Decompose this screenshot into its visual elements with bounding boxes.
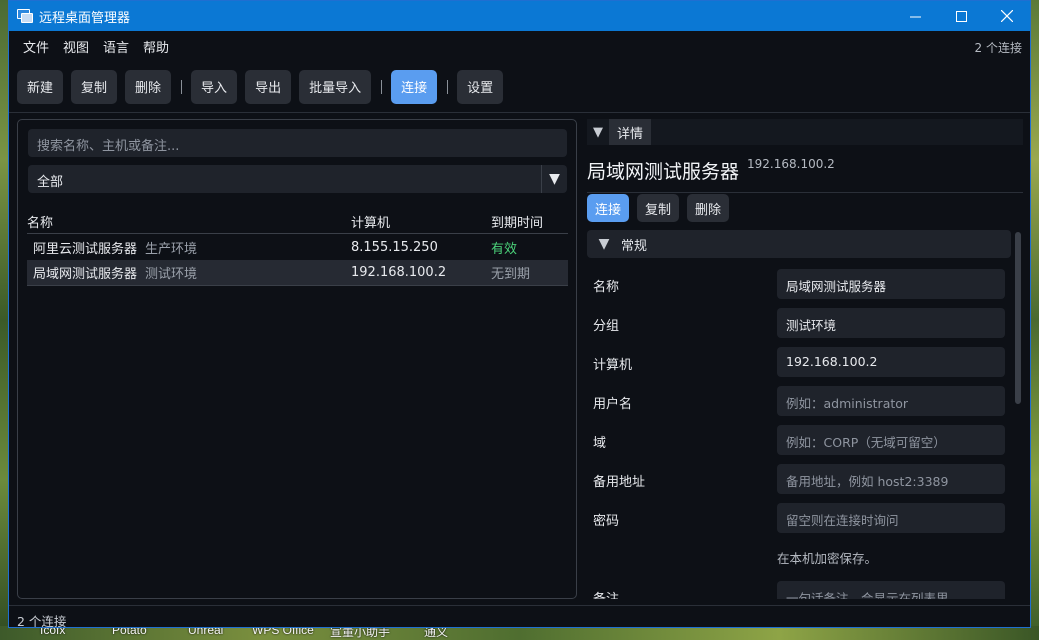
username-field[interactable]: 例如：administrator [777,386,1005,416]
menu-language[interactable]: 语言 [96,37,136,56]
collapse-triangle-icon[interactable]: ▼ [587,125,609,140]
menu-help[interactable]: 帮助 [136,37,176,56]
connect-button[interactable]: 连接 [391,69,438,104]
username-label: 用户名 [593,397,633,412]
general-form: 名称 局域网测试服务器 分组 测试环境 计算机 192.168.100.2 用户… [587,269,1011,599]
row-host: 192.168.100.2 [351,265,447,280]
connection-count: 2 个连接 [974,41,1022,55]
status-text: 2 个连接 [17,614,67,629]
maximize-icon [955,10,967,22]
form-row-domain: 域 例如：CORP（无域可留空） [587,425,1011,455]
delete-button[interactable]: 删除 [125,69,172,104]
group-filter-select[interactable]: 全部 ▼ [28,165,567,193]
form-row-group: 分组 测试环境 [587,308,1011,338]
status-bar: 2 个连接 [9,605,1030,629]
form-row-name: 名称 局域网测试服务器 [587,269,1011,299]
table-header: 名称 计算机 到期时间 [27,210,568,234]
name-label: 名称 [593,280,620,295]
title-bar[interactable]: 远程桌面管理器 [9,1,1030,31]
detail-copy-button[interactable]: 复制 [637,194,680,222]
toolbar: 新建 复制 删除 导入 导出 批量导入 连接 设置 [9,61,1030,113]
toolbar-separator [381,79,383,94]
desktop-wallpaper-left [0,0,8,640]
remote-desktop-icon [17,8,33,24]
divider [587,192,1023,193]
minimize-button[interactable] [892,1,938,31]
form-row-remark: 备注 一句话备注，会显示在列表里 [587,581,1011,599]
tab-details[interactable]: 详情 [609,119,652,145]
toolbar-separator [181,79,183,94]
collapse-triangle-icon: ▼ [598,236,610,252]
detail-delete-button[interactable]: 删除 [687,194,730,222]
window-title: 远程桌面管理器 [39,9,131,25]
row-expiry: 无到期 [491,267,531,282]
host-field[interactable]: 192.168.100.2 [777,347,1005,377]
detail-title: 局域网测试服务器 [587,161,740,183]
domain-label: 域 [593,436,607,451]
minimize-icon [909,16,921,17]
detail-panel: ▼ 详情 局域网测试服务器 192.168.100.2 连接 复制 删除 ▼ 常… [587,119,1025,599]
row-name: 阿里云测试服务器 [33,241,138,257]
password-note: 在本机加密保存。 [777,551,878,566]
desktop-wallpaper-right [1031,0,1039,640]
password-label: 密码 [593,514,620,529]
table-row-selected[interactable]: 局域网测试服务器 测试环境 192.168.100.2 无到期 [27,260,568,286]
form-row-password-note: 在本机加密保存。 [587,541,1011,571]
connection-table: 名称 计算机 到期时间 阿里云测试服务器 生产环境 8.155.15.250 有效… [27,210,568,286]
menu-view[interactable]: 视图 [56,37,96,56]
name-field[interactable]: 局域网测试服务器 [777,269,1005,299]
import-button[interactable]: 导入 [191,69,238,104]
detail-host: 192.168.100.2 [747,157,835,171]
alt-address-field[interactable]: 备用地址，例如 host2:3389 [777,464,1005,494]
form-row-password: 密码 留空则在连接时询问 [587,503,1011,533]
close-button[interactable] [984,1,1030,31]
detail-scrollbar[interactable] [1015,232,1021,404]
detail-actions: 连接 复制 删除 [587,194,737,222]
copy-button[interactable]: 复制 [71,69,118,104]
detail-tab-bar: ▼ 详情 [587,119,1023,145]
form-row-host: 计算机 192.168.100.2 [587,347,1011,377]
maximize-button[interactable] [938,1,984,31]
form-row-username: 用户名 例如：administrator [587,386,1011,416]
column-header-name[interactable]: 名称 [27,212,351,231]
close-icon [1001,10,1013,22]
group-filter-value: 全部 [37,175,64,190]
row-name: 局域网测试服务器 [33,267,138,282]
section-title: 常规 [621,238,648,254]
row-host: 8.155.15.250 [351,239,438,255]
chevron-down-icon[interactable]: ▼ [541,165,567,193]
menu-bar: 文件 视图 语言 帮助 2 个连接 [9,31,1030,61]
new-button[interactable]: 新建 [17,69,64,104]
row-group: 测试环境 [145,267,198,282]
connection-list-panel: 搜索名称、主机或备注... 全部 ▼ 名称 计算机 到期时间 阿里云测试服务器生… [17,119,577,599]
export-button[interactable]: 导出 [245,69,292,104]
row-expiry: 有效 [491,241,518,257]
detail-connect-button[interactable]: 连接 [587,194,630,222]
desktop-icons-strip: Icofx Potato Unreal WPS Office 宣董小助手 通义 [0,623,1039,640]
remark-label: 备注 [593,588,619,599]
menu-file[interactable]: 文件 [16,37,56,56]
app-window: 远程桌面管理器 文件 视图 语言 帮助 2 个连接 新建 复制 删除 导入 导出… [8,0,1031,629]
batch-import-button[interactable]: 批量导入 [299,69,372,104]
password-field[interactable]: 留空则在连接时询问 [777,503,1005,533]
section-general-header[interactable]: ▼ 常规 [587,230,1011,258]
form-row-alt-address: 备用地址 备用地址，例如 host2:3389 [587,464,1011,494]
host-label: 计算机 [593,358,633,373]
group-field[interactable]: 测试环境 [777,308,1005,338]
alt-address-label: 备用地址 [593,475,646,490]
settings-button[interactable]: 设置 [457,69,504,104]
search-input[interactable]: 搜索名称、主机或备注... [28,129,567,157]
toolbar-separator [447,79,449,94]
remark-field[interactable]: 一句话备注，会显示在列表里 [777,581,1005,599]
domain-field[interactable]: 例如：CORP（无域可留空） [777,425,1005,455]
table-row[interactable]: 阿里云测试服务器 生产环境 8.155.15.250 有效 [27,234,568,260]
row-group: 生产环境 [145,241,198,257]
column-header-host[interactable]: 计算机 [351,212,491,231]
group-label: 分组 [593,319,620,334]
column-header-expiry[interactable]: 到期时间 [491,212,568,231]
